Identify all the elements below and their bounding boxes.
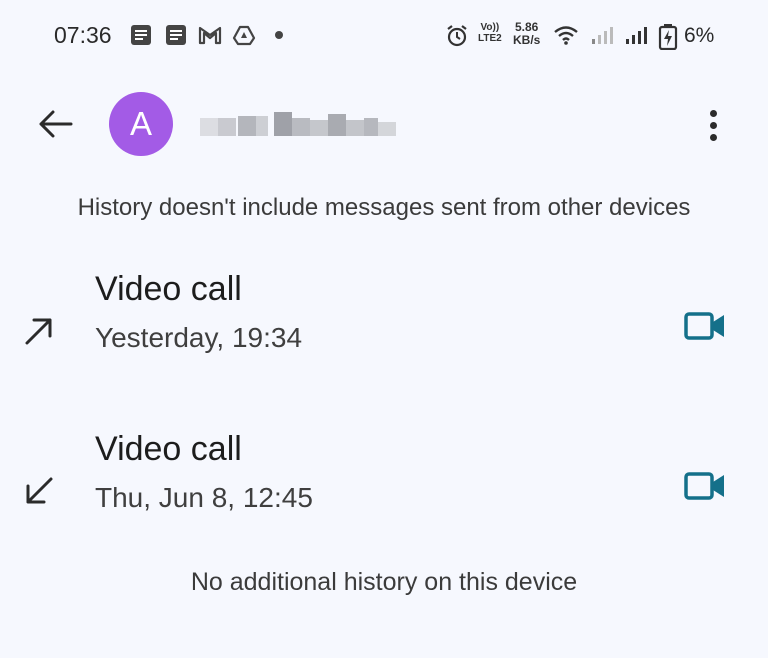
network-speed: 5.86 KB/s — [513, 20, 541, 47]
battery-charging-icon — [658, 24, 678, 50]
video-call-button[interactable] — [680, 466, 730, 506]
battery-percent: 6% — [684, 24, 715, 47]
wifi-icon — [554, 26, 578, 45]
more-vert-icon — [709, 109, 717, 117]
history-note: History doesn't include messages sent fr… — [77, 194, 691, 221]
more-notifications-dot — [275, 31, 283, 39]
status-time: 07:36 — [54, 22, 112, 48]
arrow-back-icon — [39, 110, 73, 138]
alarm-icon — [447, 25, 467, 47]
video-camera-icon — [684, 472, 724, 500]
gmail-icon — [198, 26, 222, 45]
call-type: Video call — [95, 430, 242, 468]
signal-sim2-icon — [626, 27, 647, 44]
doc-notification-icon — [166, 25, 186, 45]
no-more-history-note: No additional history on this device — [190, 568, 578, 596]
top-app-bar: A — [0, 72, 768, 182]
video-call-button[interactable] — [680, 306, 730, 346]
avatar[interactable]: A — [109, 92, 173, 156]
contact-name-pixelated — [200, 110, 396, 140]
back-button[interactable] — [30, 102, 80, 146]
doc-notification-icon — [131, 25, 151, 45]
call-history-item[interactable]: Video call Yesterday, 19:34 — [0, 270, 768, 380]
more-options-button[interactable] — [690, 102, 736, 148]
signal-sim1-icon — [592, 27, 613, 44]
call-type: Video call — [95, 270, 242, 308]
drive-icon — [232, 25, 256, 46]
volte-indicator: Vo)) LTE2 — [478, 22, 502, 44]
status-bar: 07:36 Vo)) LTE2 5.86 KB/s 6% — [0, 0, 768, 72]
arrow-up-right-icon — [25, 318, 52, 345]
call-timestamp: Yesterday, 19:34 — [95, 322, 303, 353]
arrow-down-left-icon — [26, 477, 53, 504]
call-history-item[interactable]: Video call Thu, Jun 8, 12:45 — [0, 430, 768, 540]
video-camera-icon — [684, 312, 724, 340]
call-timestamp: Thu, Jun 8, 12:45 — [95, 482, 313, 513]
